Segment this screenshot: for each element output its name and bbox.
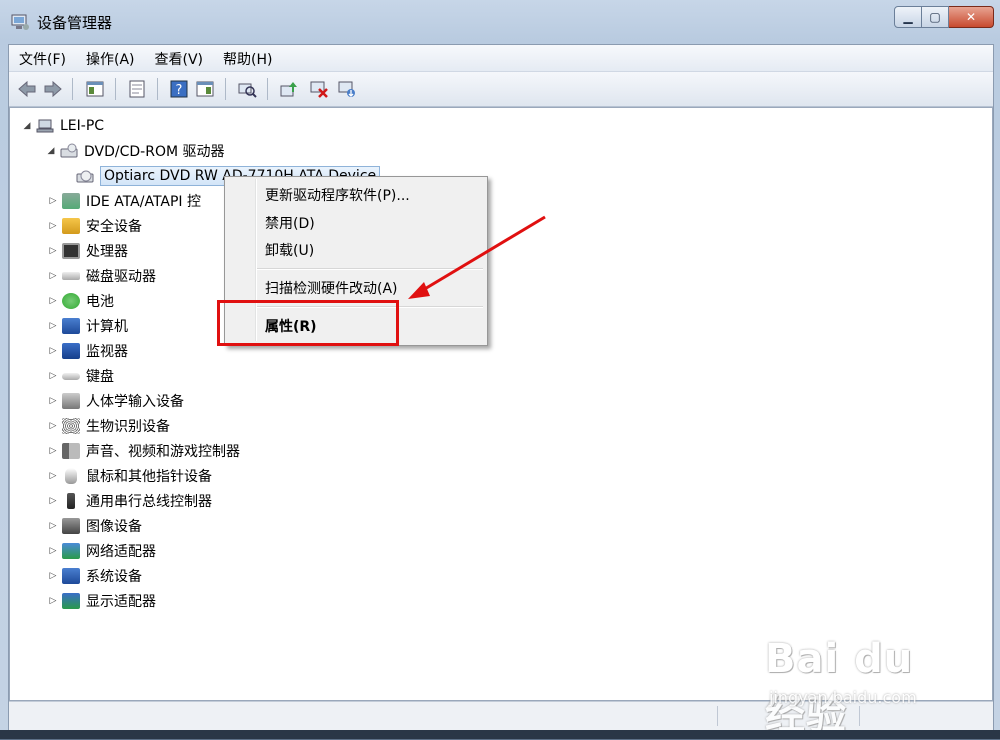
desktop-strip <box>0 730 1000 739</box>
watermark-url: jingyan.baidu.com <box>769 688 917 707</box>
baidu-watermark: Bai du 经验 jingyan.baidu.com <box>765 636 965 738</box>
annotation-arrow-icon <box>408 215 546 299</box>
